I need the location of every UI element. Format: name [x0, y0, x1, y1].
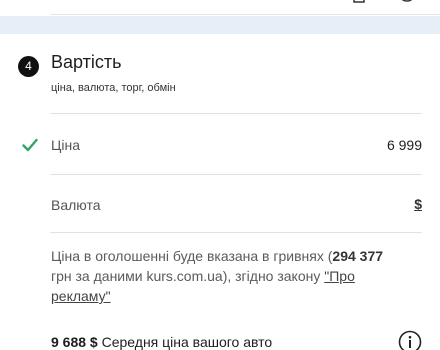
circle-icon[interactable]: [398, 0, 416, 10]
section-title: Вартість: [51, 52, 122, 72]
checkmark-icon: [22, 138, 38, 152]
price-conversion-notice: Ціна в оголошенні буде вказана в гривнях…: [51, 246, 401, 306]
average-price-row: 9 688 $ Середня ціна вашого авто: [51, 334, 272, 350]
currency-row[interactable]: Валюта $: [0, 175, 440, 235]
currency-label: Валюта: [51, 197, 101, 213]
price-value[interactable]: 6 999: [387, 137, 422, 153]
section-separator-band: [0, 16, 440, 34]
currency-select[interactable]: $: [414, 196, 422, 212]
price-label: Ціна: [51, 137, 80, 153]
uah-amount: 294 377: [332, 248, 384, 264]
average-price-amount: 9 688 $: [51, 334, 98, 350]
section-subtitle: ціна, валюта, торг, обмін: [51, 82, 176, 94]
price-row[interactable]: Ціна 6 999: [0, 114, 440, 174]
notice-text-part2: грн за даними kurs.com.ua), згідно закон…: [51, 268, 325, 284]
divider: [50, 14, 440, 15]
info-icon[interactable]: [398, 330, 422, 350]
bracket-icon: [353, 0, 365, 3]
step-number-badge: 4: [18, 56, 39, 77]
notice-text-part1: Ціна в оголошенні буде вказана в гривнях…: [51, 248, 333, 264]
divider: [50, 232, 422, 233]
average-price-label: Середня ціна вашого авто: [97, 334, 273, 350]
